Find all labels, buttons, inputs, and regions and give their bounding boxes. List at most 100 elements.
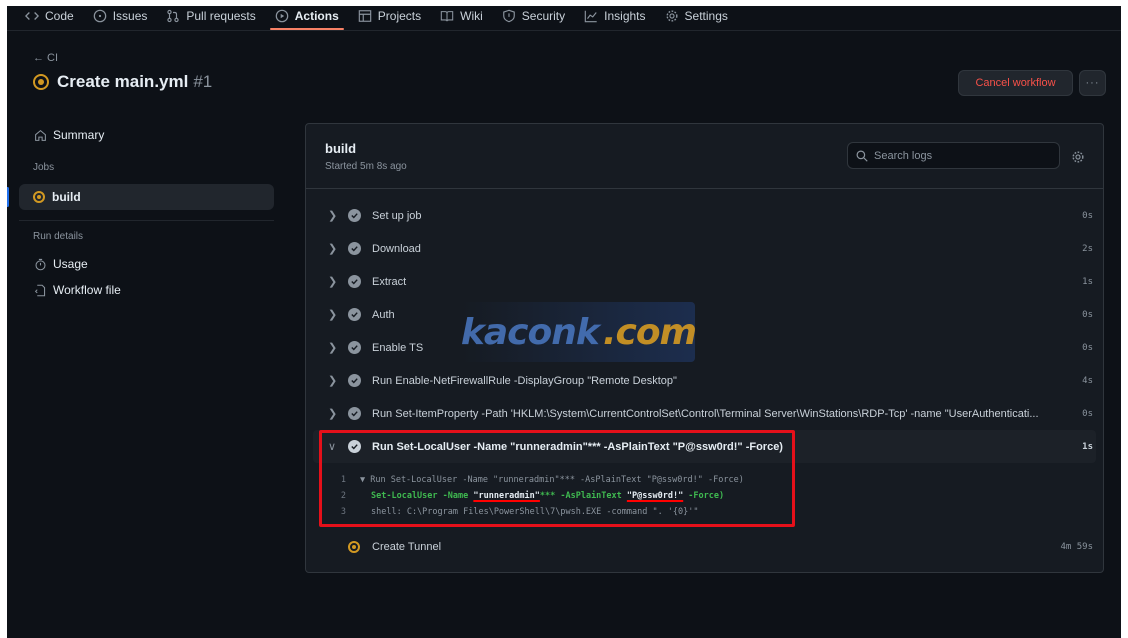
tab-insights[interactable]: Insights xyxy=(584,6,646,25)
tab-code[interactable]: Code xyxy=(25,6,74,25)
cancel-workflow-button[interactable]: Cancel workflow xyxy=(958,70,1073,96)
step-duration: 0s xyxy=(1082,210,1093,221)
step-row-running[interactable]: Create Tunnel 4m 59s xyxy=(306,530,1103,563)
search-logs-input[interactable]: Search logs xyxy=(847,142,1060,169)
tab-wiki[interactable]: Wiki xyxy=(440,6,483,25)
tab-security[interactable]: Security xyxy=(502,6,565,25)
log-command-mid: *** -AsPlainText xyxy=(539,491,627,501)
job-log-panel: build Started 5m 8s ago Search logs ❯ Se… xyxy=(305,123,1104,573)
tab-label: Insights xyxy=(604,8,646,23)
step-duration: 1s xyxy=(1082,276,1093,287)
tab-settings[interactable]: Settings xyxy=(665,6,728,25)
sidebar-item-usage[interactable]: Usage xyxy=(19,251,274,277)
issue-icon xyxy=(93,9,107,23)
watermark-logo: kaconk .com xyxy=(460,302,697,362)
tab-projects[interactable]: Projects xyxy=(358,6,421,25)
sidebar-item-summary[interactable]: Summary xyxy=(19,122,274,148)
step-duration: 4m 59s xyxy=(1060,541,1093,552)
sidebar-item-label: build xyxy=(52,190,81,204)
log-settings-gear-icon[interactable] xyxy=(1071,150,1085,164)
check-circle-icon xyxy=(348,308,361,321)
check-circle-icon xyxy=(348,209,361,222)
step-list: ❯ Set up job 0s ❯ Download 2s ❯ Extract … xyxy=(306,199,1103,563)
step-row[interactable]: ❯ Run Set-ItemProperty -Path 'HKLM:\Syst… xyxy=(306,397,1103,430)
step-row[interactable]: ❯ Run Enable-NetFirewallRule -DisplayGro… xyxy=(306,364,1103,397)
tab-label: Issues xyxy=(112,8,148,23)
step-label: Set up job xyxy=(372,209,422,222)
step-row[interactable]: ❯ Enable TS 0s xyxy=(306,331,1103,364)
step-label: Extract xyxy=(372,275,407,288)
sidebar-item-label: Summary xyxy=(53,128,105,142)
tab-label: Settings xyxy=(684,8,728,23)
log-line: 1 ▼ Run Set-LocalUser -Name "runneradmin… xyxy=(306,472,1103,488)
watermark-text: kaconk xyxy=(460,311,600,353)
step-label: Download xyxy=(372,242,421,255)
step-row[interactable]: ❯ Extract 1s xyxy=(306,265,1103,298)
stopwatch-icon xyxy=(33,257,47,271)
check-circle-icon xyxy=(348,275,361,288)
check-circle-icon xyxy=(348,374,361,387)
step-label: Run Set-LocalUser -Name "runneradmin"***… xyxy=(372,440,783,453)
tab-issues[interactable]: Issues xyxy=(93,6,148,25)
sidebar-item-workflow-file[interactable]: Workflow file xyxy=(19,277,274,303)
tab-label: Security xyxy=(521,8,566,23)
step-row[interactable]: ❯ Set up job 0s xyxy=(306,199,1103,232)
step-log-output: 1 ▼ Run Set-LocalUser -Name "runneradmin… xyxy=(306,463,1103,525)
tab-label: Wiki xyxy=(460,8,483,23)
tab-pull-requests[interactable]: Pull requests xyxy=(166,6,256,25)
divider xyxy=(19,220,274,221)
step-duration: 0s xyxy=(1082,342,1093,353)
step-row-expanded[interactable]: ∨ Run Set-LocalUser -Name "runneradmin"*… xyxy=(313,430,1096,463)
app-window: Code Issues Pull requests Actions Projec… xyxy=(7,6,1121,638)
job-started-time: Started 5m 8s ago xyxy=(325,161,407,172)
username-value: "runneradmin" xyxy=(473,491,540,501)
sidebar-item-build-job[interactable]: build xyxy=(7,184,274,210)
code-icon xyxy=(25,9,39,23)
log-line: 2 Set-LocalUser -Name "runneradmin"*** -… xyxy=(306,488,1103,504)
tab-label: Pull requests xyxy=(186,8,256,23)
log-text: shell: C:\Program Files\PowerShell\7\pws… xyxy=(371,507,699,517)
table-icon xyxy=(358,9,372,23)
chevron-right-icon: ❯ xyxy=(328,408,338,420)
tab-label: Projects xyxy=(377,8,422,23)
chevron-right-icon: ❯ xyxy=(328,243,338,255)
line-number[interactable]: 1 xyxy=(306,475,360,485)
run-details-heading: Run details xyxy=(33,231,84,242)
home-icon xyxy=(33,128,47,142)
line-number[interactable]: 3 xyxy=(306,507,360,517)
file-code-icon xyxy=(33,283,47,297)
play-icon xyxy=(275,9,289,23)
search-placeholder: Search logs xyxy=(874,149,933,162)
run-sidebar: Summary Jobs build Run details Usage Wor… xyxy=(7,122,274,303)
chevron-right-icon: ❯ xyxy=(328,342,338,354)
log-command-suffix: -Force) xyxy=(683,491,725,501)
check-circle-icon xyxy=(348,407,361,420)
step-label: Run Enable-NetFirewallRule -DisplayGroup… xyxy=(372,374,677,387)
back-to-workflow-link[interactable]: ← CI xyxy=(33,52,58,64)
line-number[interactable]: 2 xyxy=(306,491,360,501)
sidebar-item-label: Workflow file xyxy=(53,283,121,297)
shield-icon xyxy=(502,9,516,23)
step-row[interactable]: ❯ Download 2s xyxy=(306,232,1103,265)
chevron-down-icon: ∨ xyxy=(328,441,337,453)
jobs-heading: Jobs xyxy=(33,162,55,173)
graph-icon xyxy=(584,9,598,23)
run-title-row: Create main.yml #1 xyxy=(33,72,212,92)
log-command-prefix: Set-LocalUser -Name xyxy=(371,491,474,501)
tab-actions[interactable]: Actions xyxy=(269,6,344,30)
in-progress-icon xyxy=(33,191,45,203)
chevron-right-icon: ❯ xyxy=(328,210,338,222)
check-circle-icon xyxy=(348,440,361,453)
check-circle-icon xyxy=(348,242,361,255)
step-label: Run Set-ItemProperty -Path 'HKLM:\System… xyxy=(372,407,1039,420)
page-title: Create main.yml xyxy=(57,72,189,91)
step-row[interactable]: ❯ Auth 0s xyxy=(306,298,1103,331)
search-icon xyxy=(856,150,868,162)
log-text: ▼ Run Set-LocalUser -Name "runneradmin"*… xyxy=(360,475,744,485)
repo-nav: Code Issues Pull requests Actions Projec… xyxy=(7,6,1121,31)
job-header: build Started 5m 8s ago Search logs xyxy=(306,124,1103,189)
chevron-right-icon: ❯ xyxy=(328,375,338,387)
more-options-button[interactable]: ··· xyxy=(1079,70,1106,96)
tab-label: Actions xyxy=(294,8,339,23)
step-duration: 0s xyxy=(1082,309,1093,320)
